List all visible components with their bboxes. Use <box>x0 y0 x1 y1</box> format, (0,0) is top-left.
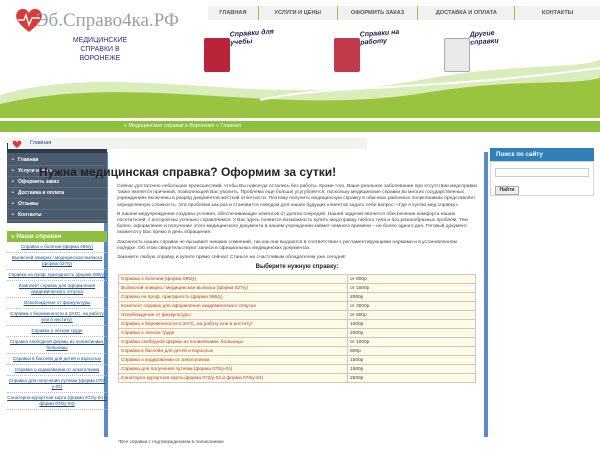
top-nav: ГЛАВНАЯ УСЛУГИ И ЦЕНЫ ОФОРМИТЬ ЗАКАЗ ДОС… <box>208 6 600 20</box>
page-header-title: Главная <box>30 140 52 146</box>
price-cell: 2000р <box>347 328 476 339</box>
sidebar-link[interactable]: Справка в бассейн для детей и взрослых <box>7 354 107 365</box>
price-cell: 1500р <box>347 355 476 366</box>
price-cell: от 1000р <box>347 337 476 348</box>
service-name-cell[interactable]: Справка о легком труде <box>118 328 348 339</box>
sidebar-section-title: » Наши справки <box>7 231 107 242</box>
heart-icon <box>12 140 22 148</box>
menu-item-label: Главная <box>18 157 39 163</box>
search-button[interactable]: Найти <box>495 186 519 195</box>
service-name-cell[interactable]: Санаторно-курортная карта (форма 072/у-0… <box>118 373 348 384</box>
nav-delivery[interactable]: ДОСТАВКА И ОПЛАТА <box>418 6 515 20</box>
sidebar-link[interactable]: Справка свободной формы из поликлиники, … <box>7 337 107 354</box>
service-name-cell[interactable]: Справка свободной формы из поликлиники, … <box>118 337 348 348</box>
service-name-cell[interactable]: Справка на проф. пригодность (форма 086/… <box>118 292 348 303</box>
service-name-cell[interactable]: Справка о беременности в ЗАГС, на работу… <box>118 319 348 330</box>
price-cell: 2500р <box>347 373 476 384</box>
menu-item-reviews[interactable]: • Отзывы <box>7 199 107 210</box>
nav-services[interactable]: УСЛУГИ И ЦЕНЫ <box>258 6 337 20</box>
promo-other[interactable]: Другие справки <box>440 20 500 76</box>
table-row[interactable]: Справка свободной формы из поликлиники, … <box>118 337 476 348</box>
menu-item-label: Доставка и оплата <box>18 190 65 196</box>
body-paragraph: Закажите любую справку и купите прямо се… <box>117 255 346 261</box>
page-header-bar: Главная <box>8 138 367 149</box>
service-name-cell[interactable]: Освобождение от физкультуры <box>118 310 348 321</box>
site-tagline: МЕДИЦИНСКИЕ СПРАВКИ В ВОРОНЕЖЕ <box>72 37 128 62</box>
search-input[interactable] <box>495 168 589 177</box>
price-cell: 1500р <box>347 319 476 330</box>
promo-work-label: Справки на работу <box>359 28 400 47</box>
search-box: Найти <box>490 161 594 196</box>
sidebar-link[interactable]: Санаторно-курортная карта (форма 072/у-0… <box>7 393 107 410</box>
promo-study-label: Справки для учебы <box>229 28 275 47</box>
service-name-cell[interactable]: Справка о кодировании от алкоголизма <box>118 355 348 366</box>
service-name-cell[interactable]: Выписной эпикриз / медицинская выписка (… <box>118 283 348 294</box>
nav-contacts[interactable]: КОНТАКТЫ <box>515 6 600 20</box>
service-name-cell[interactable]: Справка для получения путевки (форма 070… <box>118 364 348 375</box>
menu-item-delivery[interactable]: • Доставка и оплата <box>7 188 107 199</box>
sidebar-link[interactable]: Справка о легком труде <box>7 326 107 337</box>
price-cell: от 800р <box>347 274 476 285</box>
sidebar-link[interactable]: Освобождение от физкультуры <box>7 298 107 309</box>
promo-study[interactable]: Справки для учебы <box>200 20 274 76</box>
document-icon <box>204 38 230 72</box>
sidebar-link[interactable]: Справка о беременности в ЗАГС, на работу… <box>7 309 107 326</box>
table-row[interactable]: Справка на проф. пригодность (форма 086/… <box>118 292 476 303</box>
table-row[interactable]: Комплект справок для оформления академич… <box>118 301 476 312</box>
sidebar-links: Справка о болезни (форма 095/у) Выписной … <box>7 242 107 410</box>
sidebar-link[interactable]: Справка о кодировании от алкоголизма <box>7 365 107 376</box>
table-row[interactable]: Справка о кодировании от алкоголизма 1500… <box>118 355 476 366</box>
intro-paragraph: Сейчас достаточно небольших происшествий… <box>117 184 477 208</box>
sidebar-link[interactable]: Справка на проф. пригодность (форма 086/… <box>7 270 107 281</box>
right-sidebar: Поиск по сайту Найти <box>490 148 594 196</box>
left-sidebar: МЕНЮ •Главная •Услуги и цены •Оформить з… <box>7 143 107 450</box>
breadcrumb[interactable]: » Медицинские справки в Воронеже » Главн… <box>118 121 600 132</box>
menu-item-label: Оформить заказ <box>18 179 59 185</box>
content-scrollbar[interactable] <box>484 152 488 437</box>
table-row[interactable]: Выписной эпикриз / медицинская выписка (… <box>118 283 476 294</box>
site-logo[interactable]: Эб.Справо4ка.РФ <box>36 10 179 32</box>
table-row[interactable]: Справка в бассейн для детей и взрослых 80… <box>118 346 476 357</box>
price-cell: 2000р <box>347 292 476 303</box>
document-icon <box>444 38 470 72</box>
menu-item-label: Контакты <box>18 212 42 218</box>
choose-heading: Выберите нужную справку: <box>255 264 339 271</box>
side-menu: • Главная • Услуги и цены • Оформить заказ … <box>7 153 107 223</box>
table-row[interactable]: Освобождение от физкультуры от 800р <box>118 310 476 321</box>
sidebar-link[interactable]: Комплект справок для оформления академич… <box>7 281 107 298</box>
table-row[interactable]: Справка о болезни (форма 095/у) от 800р <box>118 274 476 285</box>
body-paragraph: Законность наших справок не вызывает ник… <box>117 239 457 251</box>
promo-work[interactable]: Справки на работу <box>330 20 400 76</box>
sidebar-link[interactable]: Справка для получения путевки (форма 070… <box>7 376 107 393</box>
document-icon <box>334 38 360 72</box>
main-content: Сейчас достаточно небольших происшествий… <box>117 184 477 384</box>
page-title: Нужна медицинская справка? Оформим за су… <box>38 165 337 179</box>
service-name-cell[interactable]: Справка в бассейн для детей и взрослых <box>118 346 348 357</box>
price-table: Справка о болезни (форма 095/у) от 800р Вы… <box>118 274 476 384</box>
table-row[interactable]: Справка о беременности в ЗАГС, на работу… <box>118 319 476 330</box>
promo-other-label: Другие справки <box>469 29 499 47</box>
nav-order[interactable]: ОФОРМИТЬ ЗАКАЗ <box>337 6 418 20</box>
menu-item-contacts[interactable]: • Контакты <box>7 210 107 221</box>
body-paragraph: В нашем медучреждении созданы условия, о… <box>117 211 468 236</box>
price-cell: 1500р <box>347 364 476 375</box>
table-row[interactable]: Справка для получения путевки (форма 070… <box>118 364 476 375</box>
price-cell: от 3000р <box>347 301 476 312</box>
sidebar-link[interactable]: Справка о болезни (форма 095/у) <box>7 242 107 253</box>
price-cell: от 800р <box>347 310 476 321</box>
service-name-cell[interactable]: Комплект справок для оформления академич… <box>118 301 348 312</box>
sidebar-link[interactable]: Выписной эпикриз / медицинская выписка (… <box>7 253 107 270</box>
price-cell: 800р <box>347 346 476 357</box>
breadcrumb-bar-left <box>0 121 118 132</box>
table-row[interactable]: Справка о легком труде 2000р <box>118 328 476 339</box>
table-row[interactable]: Санаторно-курортная карта (форма 072/у-0… <box>118 373 476 384</box>
service-name-cell[interactable]: Справка о болезни (форма 095/у) <box>118 274 348 285</box>
nav-home[interactable]: ГЛАВНАЯ <box>208 6 258 20</box>
search-title: Поиск по сайту <box>490 148 594 161</box>
menu-item-label: Отзывы <box>18 201 39 207</box>
footnote: *Все справки с подтверждением в поликлин… <box>118 440 224 445</box>
price-cell: от 1500р <box>347 283 476 294</box>
site-header: Эб.Справо4ка.РФ МЕДИЦИНСКИЕ СПРАВКИ В ВО… <box>0 0 600 118</box>
